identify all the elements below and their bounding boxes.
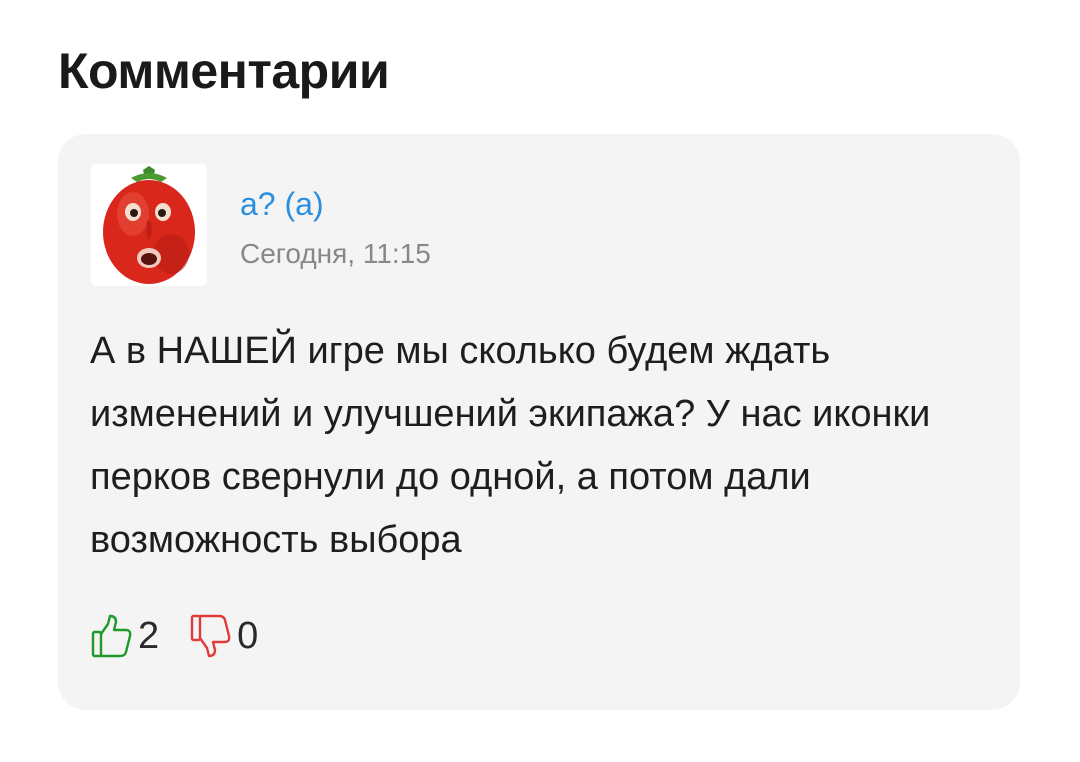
thumbs-up-icon bbox=[91, 614, 132, 658]
page-title: Комментарии bbox=[58, 43, 390, 99]
tomato-face-avatar bbox=[91, 164, 207, 286]
dislike-button[interactable]: 0 bbox=[189, 612, 258, 660]
like-count: 2 bbox=[138, 614, 160, 657]
thumbs-down-icon bbox=[190, 614, 231, 658]
author-name-link[interactable]: a? (a) bbox=[240, 186, 324, 223]
comment-body: А в НАШЕЙ игре мы сколько будем ждать из… bbox=[90, 330, 931, 561]
like-button[interactable]: 2 bbox=[90, 612, 159, 660]
avatar[interactable] bbox=[91, 164, 207, 286]
dislike-count: 0 bbox=[237, 614, 259, 657]
comment-card: a? (a) Сегодня, 11:15 А в НАШЕЙ игре мы … bbox=[58, 134, 1020, 710]
vote-row: 2 0 bbox=[90, 610, 258, 662]
comment-timestamp: Сегодня, 11:15 bbox=[240, 238, 431, 269]
